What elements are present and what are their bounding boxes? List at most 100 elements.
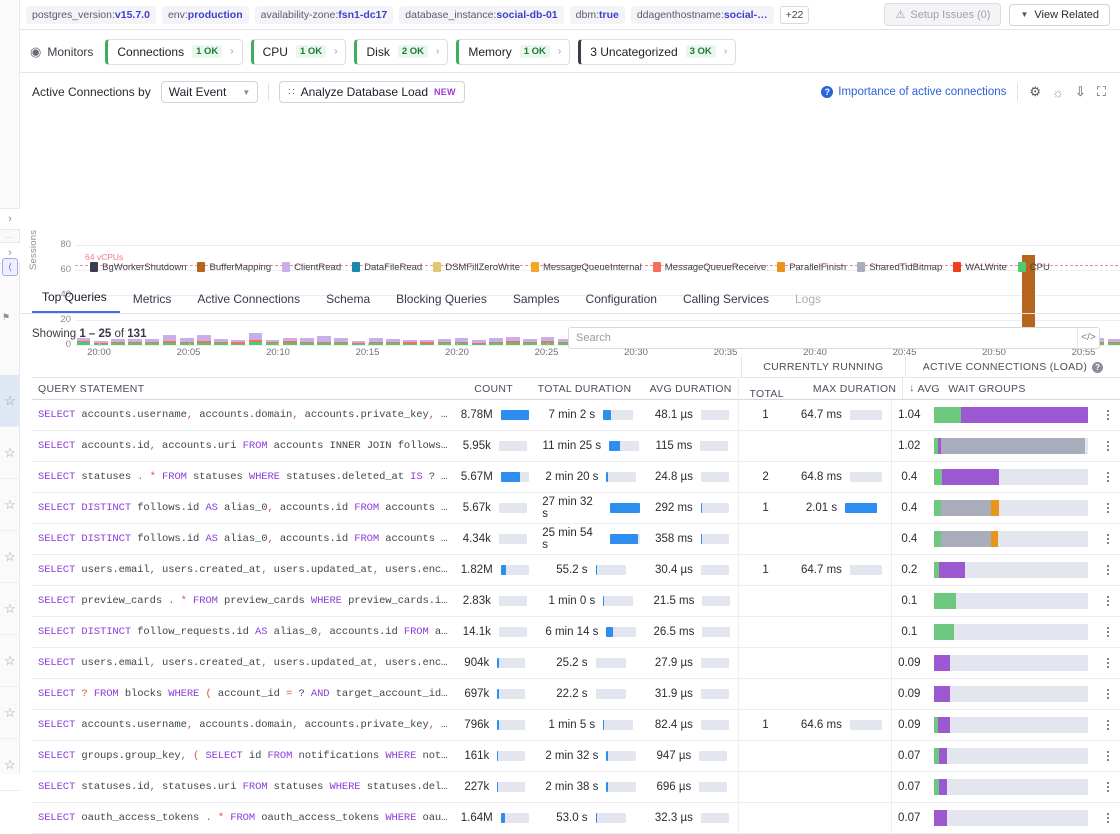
search-box[interactable]: </> <box>568 327 1100 349</box>
kebab-menu-icon[interactable] <box>1107 627 1110 638</box>
search-input[interactable] <box>569 332 1077 344</box>
legend-item[interactable]: MessageQueueReceive <box>653 262 766 273</box>
cell-wait-groups[interactable] <box>926 438 1096 454</box>
cell-wait-groups[interactable] <box>926 655 1096 671</box>
cell-wait-groups[interactable] <box>926 593 1096 609</box>
row-actions-menu[interactable] <box>1096 751 1120 762</box>
tab-configuration[interactable]: Configuration <box>573 288 670 313</box>
star-icon-4[interactable]: ☆ <box>0 531 20 583</box>
row-actions-menu[interactable] <box>1096 565 1120 576</box>
legend-item[interactable]: WALWrite <box>953 262 1007 273</box>
kebab-menu-icon[interactable] <box>1107 503 1110 514</box>
tab-metrics[interactable]: Metrics <box>120 288 185 313</box>
group-by-select[interactable]: Wait Event ▼ <box>161 81 259 103</box>
cell-wait-groups[interactable] <box>926 748 1096 764</box>
cell-query-statement[interactable]: SELECT accounts.username, accounts.domai… <box>32 409 453 421</box>
tab-active-connections[interactable]: Active Connections <box>184 288 313 313</box>
view-related-button[interactable]: ▼ View Related <box>1009 4 1110 26</box>
kebab-menu-icon[interactable] <box>1107 751 1110 762</box>
kebab-menu-icon[interactable] <box>1107 534 1110 545</box>
legend-item[interactable]: SharedTidBitmap <box>857 262 942 273</box>
export-icon[interactable]: ⇩ <box>1075 84 1086 100</box>
row-actions-menu[interactable] <box>1096 596 1120 607</box>
monitor-chip-cpu[interactable]: CPU 1 OK › <box>251 39 347 65</box>
legend-item[interactable]: BufferMapping <box>197 262 271 273</box>
monitor-chip-disk[interactable]: Disk 2 OK › <box>354 39 448 65</box>
row-actions-menu[interactable] <box>1096 813 1120 824</box>
monitor-chip-connections[interactable]: Connections 1 OK › <box>105 39 242 65</box>
active-connections-help-icon[interactable]: ? <box>1092 362 1103 373</box>
cell-query-statement[interactable]: SELECT preview_cards . * FROM preview_ca… <box>32 595 453 607</box>
cell-query-statement[interactable]: SELECT groups.group_key, ( SELECT id FRO… <box>32 750 453 762</box>
legend-item[interactable]: DSMFillZeroWrite <box>433 262 520 273</box>
star-icon-7[interactable]: ☆ <box>0 687 20 739</box>
row-actions-menu[interactable] <box>1096 503 1120 514</box>
cell-query-statement[interactable]: SELECT users.email, users.created_at, us… <box>32 657 453 669</box>
row-actions-menu[interactable] <box>1096 410 1120 421</box>
table-row[interactable]: SELECT statuses . * FROM statuses WHERE … <box>32 462 1120 493</box>
table-row[interactable]: SELECT accounts.username, accounts.domai… <box>32 710 1120 741</box>
kebab-menu-icon[interactable] <box>1107 813 1110 824</box>
column-header-wait-groups[interactable]: WAIT GROUPS <box>942 378 1120 399</box>
cell-query-statement[interactable]: SELECT ? FROM blocks WHERE ( account_id … <box>32 688 453 700</box>
cell-wait-groups[interactable] <box>926 562 1096 578</box>
cell-wait-groups[interactable] <box>926 624 1096 640</box>
setup-issues-button[interactable]: ⚠ Setup Issues (0) <box>884 3 1001 26</box>
row-actions-menu[interactable] <box>1096 441 1120 452</box>
cell-query-statement[interactable]: SELECT accounts.username, accounts.domai… <box>32 719 453 731</box>
cell-query-statement[interactable]: SELECT DISTINCT follows.id AS alias_0, a… <box>32 502 453 514</box>
kebab-menu-icon[interactable] <box>1107 596 1110 607</box>
kebab-menu-icon[interactable] <box>1107 782 1110 793</box>
column-header-avg-load[interactable]: ↓AVG <box>902 378 942 399</box>
table-row[interactable]: SELECT statuses.id, statuses.uri FROM st… <box>32 772 1120 803</box>
column-header-total-duration[interactable]: TOTAL DURATION <box>519 378 637 399</box>
legend-item[interactable]: DataFileRead <box>352 262 422 273</box>
table-row[interactable]: SELECT DISTINCT follows.id AS alias_0, a… <box>32 524 1120 555</box>
flag-icon[interactable]: ⚑ <box>2 310 18 324</box>
kebab-menu-icon[interactable] <box>1107 472 1110 483</box>
star-icon-5[interactable]: ☆ <box>0 583 20 635</box>
tab-schema[interactable]: Schema <box>313 288 383 313</box>
tag-chip[interactable]: postgres_version:v15.7.0 <box>26 6 156 24</box>
star-icon-2[interactable]: ☆ <box>0 427 20 479</box>
cell-wait-groups[interactable] <box>926 531 1096 547</box>
star-icon-1[interactable]: ☆ <box>0 375 20 427</box>
rail-expand-1[interactable]: › <box>0 208 20 230</box>
cell-wait-groups[interactable] <box>926 779 1096 795</box>
cell-query-statement[interactable]: SELECT oauth_access_tokens . * FROM oaut… <box>32 812 453 824</box>
cell-wait-groups[interactable] <box>926 810 1096 826</box>
analyze-database-load-button[interactable]: ∷ Analyze Database Load NEW <box>279 81 464 103</box>
column-header-count[interactable]: COUNT <box>430 378 519 399</box>
column-header-avg-duration[interactable]: AVG DURATION <box>637 378 737 399</box>
tag-chip[interactable]: dbm:true <box>570 6 625 24</box>
star-icon-3[interactable]: ☆ <box>0 479 20 531</box>
table-row[interactable]: SELECT users.email, users.created_at, us… <box>32 648 1120 679</box>
star-icon-6[interactable]: ☆ <box>0 635 20 687</box>
tab-blocking-queries[interactable]: Blocking Queries <box>383 288 500 313</box>
tag-chip[interactable]: env:production <box>162 6 249 24</box>
legend-item[interactable]: CPU <box>1018 262 1050 273</box>
cell-query-statement[interactable]: SELECT DISTINCT follow_requests.id AS al… <box>32 626 453 638</box>
kebab-menu-icon[interactable] <box>1107 410 1110 421</box>
tag-chip[interactable]: availability-zone:fsn1-dc17 <box>255 6 394 24</box>
tags-overflow-button[interactable]: +22 <box>780 6 810 24</box>
cell-wait-groups[interactable] <box>926 686 1096 702</box>
cell-query-statement[interactable]: SELECT users.email, users.created_at, us… <box>32 564 453 576</box>
kebab-menu-icon[interactable] <box>1107 720 1110 731</box>
legend-item[interactable]: ClientRead <box>282 262 341 273</box>
cell-query-statement[interactable]: SELECT statuses . * FROM statuses WHERE … <box>32 471 453 483</box>
tag-chip[interactable]: database_instance:social-db-01 <box>399 6 563 24</box>
row-actions-menu[interactable] <box>1096 689 1120 700</box>
alert-bell-icon[interactable]: ☼ <box>1052 85 1064 100</box>
row-actions-menu[interactable] <box>1096 627 1120 638</box>
legend-item[interactable]: MessageQueueInternal <box>531 262 642 273</box>
table-row[interactable]: SELECT accounts.username, accounts.domai… <box>32 400 1120 431</box>
table-row[interactable]: SELECT ? FROM blocks WHERE ( account_id … <box>32 679 1120 710</box>
kebab-menu-icon[interactable] <box>1107 565 1110 576</box>
gear-icon[interactable]: ⚙ <box>1029 84 1041 100</box>
legend-item[interactable]: ParallelFinish <box>777 262 846 273</box>
legend-item[interactable]: BgWorkerShutdown <box>90 262 186 273</box>
table-row[interactable]: SELECT accounts.id, accounts.uri FROM ac… <box>32 431 1120 462</box>
tab-samples[interactable]: Samples <box>500 288 573 313</box>
cell-wait-groups[interactable] <box>926 407 1096 423</box>
